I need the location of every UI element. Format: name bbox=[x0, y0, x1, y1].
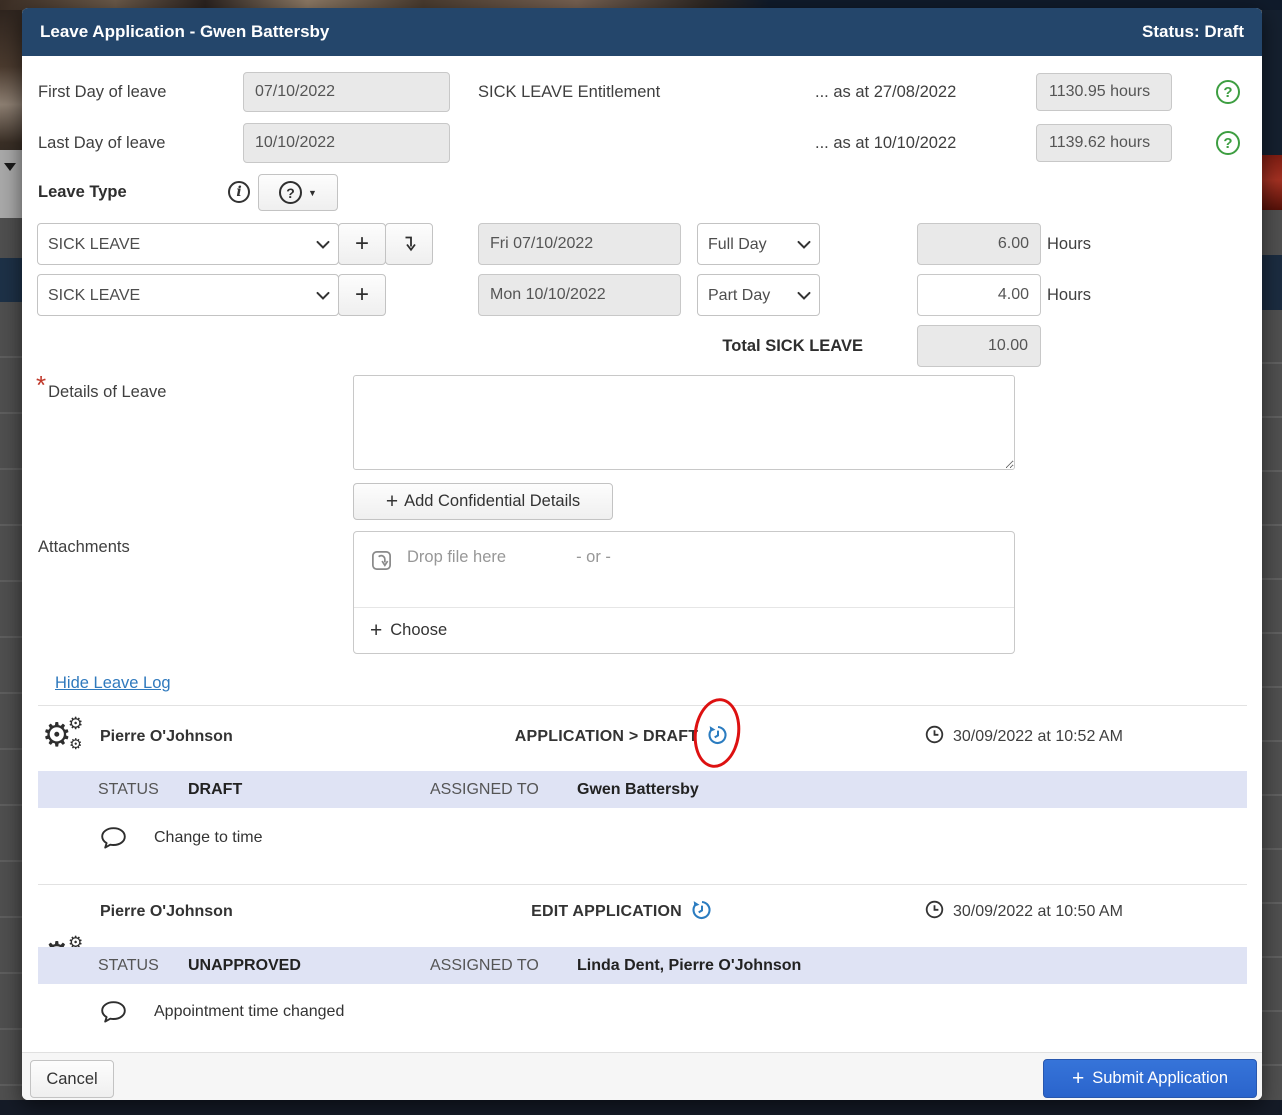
modal-title: Leave Application - Gwen Battersby bbox=[40, 22, 329, 42]
gears-icon: ⚙⚙⚙ bbox=[42, 716, 86, 760]
log-timestamp-1: 30/09/2022 at 10:52 AM bbox=[953, 728, 1123, 746]
backdrop-left bbox=[0, 0, 22, 1115]
backdrop-bottom bbox=[0, 1100, 1282, 1115]
backdrop-right bbox=[1262, 0, 1282, 1115]
modal-status-badge: Status: Draft bbox=[1142, 22, 1244, 42]
speech-bubble-icon bbox=[100, 826, 127, 855]
copy-down-button[interactable] bbox=[385, 223, 433, 265]
log-comment-2: Appointment time changed bbox=[154, 997, 344, 1027]
plus-icon: + bbox=[370, 619, 382, 643]
total-label: Total SICK LEAVE bbox=[622, 325, 863, 367]
entitlement-help-icon-1[interactable]: ? bbox=[1216, 80, 1240, 104]
attachments-label: Attachments bbox=[38, 538, 130, 557]
divider bbox=[38, 884, 1247, 885]
last-day-label: Last Day of leave bbox=[38, 123, 166, 163]
log-action-2: EDIT APPLICATION bbox=[531, 903, 682, 921]
arrow-down-hook-icon bbox=[399, 234, 419, 254]
info-icon[interactable]: i bbox=[228, 181, 250, 203]
or-text: - or - bbox=[576, 548, 611, 567]
assigned-value-1: Gwen Battersby bbox=[577, 771, 699, 808]
assigned-label: ASSIGNED TO bbox=[430, 771, 539, 808]
submit-application-button[interactable]: + Submit Application bbox=[1043, 1059, 1257, 1098]
entitlement-hours-1: 1130.95 hours bbox=[1036, 73, 1172, 111]
status-label: STATUS bbox=[98, 947, 159, 984]
choose-file-button[interactable]: + Choose bbox=[354, 608, 1014, 653]
day-part-select-1[interactable]: Full Day bbox=[697, 223, 820, 265]
hours-input-1 bbox=[917, 223, 1041, 265]
plus-icon: + bbox=[1072, 1067, 1084, 1091]
clock-icon bbox=[925, 725, 944, 749]
history-icon[interactable] bbox=[707, 724, 729, 751]
assigned-value-2: Linda Dent, Pierre O'Johnson bbox=[577, 947, 801, 984]
log-comment-1: Change to time bbox=[154, 823, 263, 853]
entitlement-asat-2: ... as at 10/10/2022 bbox=[815, 123, 956, 163]
backdrop-caret bbox=[4, 163, 16, 171]
log-action-group-1: APPLICATION > DRAFT bbox=[462, 712, 782, 762]
add-leave-row-button-2[interactable]: + bbox=[338, 274, 386, 316]
log-time-group-1: 30/09/2022 at 10:52 AM bbox=[925, 712, 1123, 762]
log-user-2: Pierre O'Johnson bbox=[100, 887, 233, 937]
leave-type-label: Leave Type bbox=[38, 174, 127, 211]
leave-application-modal: Leave Application - Gwen Battersby Statu… bbox=[22, 8, 1262, 1100]
modal-titlebar: Leave Application - Gwen Battersby Statu… bbox=[22, 8, 1262, 56]
leave-date-input-2 bbox=[478, 274, 681, 316]
entitlement-label: SICK LEAVE Entitlement bbox=[478, 72, 660, 112]
hide-leave-log-link[interactable]: Hide Leave Log bbox=[55, 674, 171, 693]
entitlement-asat-1: ... as at 27/08/2022 bbox=[815, 72, 956, 112]
drop-file-icon bbox=[370, 549, 393, 577]
entitlement-hours-2: 1139.62 hours bbox=[1036, 124, 1172, 162]
divider bbox=[38, 705, 1247, 706]
status-value-2: UNAPPROVED bbox=[188, 947, 301, 984]
total-value: 10.00 bbox=[917, 325, 1041, 367]
status-value-1: DRAFT bbox=[188, 771, 242, 808]
required-asterisk: * bbox=[36, 376, 46, 394]
add-confidential-button[interactable]: + Add Confidential Details bbox=[353, 483, 613, 520]
entitlement-help-icon-2[interactable]: ? bbox=[1216, 131, 1240, 155]
log-timestamp-2: 30/09/2022 at 10:50 AM bbox=[953, 903, 1123, 921]
add-leave-row-button-1[interactable]: + bbox=[338, 223, 386, 265]
history-icon[interactable] bbox=[691, 899, 713, 926]
last-day-input bbox=[243, 123, 450, 163]
leave-date-input-1 bbox=[478, 223, 681, 265]
clock-icon bbox=[925, 900, 944, 924]
help-question-icon: ? bbox=[279, 181, 302, 204]
hours-input-2[interactable] bbox=[917, 274, 1041, 316]
first-day-label: First Day of leave bbox=[38, 72, 166, 112]
day-part-select-2[interactable]: Part Day bbox=[697, 274, 820, 316]
log-user-1: Pierre O'Johnson bbox=[100, 712, 233, 762]
first-day-input bbox=[243, 72, 450, 112]
dropzone-hint: Drop file here - or - bbox=[354, 532, 1014, 608]
leave-type-select-1[interactable]: SICK LEAVE bbox=[37, 223, 339, 265]
details-label: Details of Leave bbox=[48, 376, 166, 402]
log-action-group-2: EDIT APPLICATION bbox=[462, 887, 782, 937]
log-time-group-2: 30/09/2022 at 10:50 AM bbox=[925, 887, 1123, 937]
log-action-1: APPLICATION > DRAFT bbox=[515, 728, 699, 746]
plus-icon: + bbox=[386, 490, 398, 514]
assigned-label: ASSIGNED TO bbox=[430, 947, 539, 984]
hours-label-2: Hours bbox=[1047, 274, 1091, 316]
chevron-down-icon: ▼ bbox=[308, 188, 317, 198]
cancel-button[interactable]: Cancel bbox=[30, 1060, 114, 1098]
attachments-dropzone[interactable]: Drop file here - or - + Choose bbox=[353, 531, 1015, 654]
status-label: STATUS bbox=[98, 771, 159, 808]
log-status-row-1: STATUS DRAFT ASSIGNED TO Gwen Battersby bbox=[38, 771, 1247, 808]
speech-bubble-icon bbox=[100, 1000, 127, 1029]
leave-type-help-button[interactable]: ? ▼ bbox=[258, 174, 338, 211]
drop-file-text: Drop file here bbox=[407, 548, 506, 567]
details-textarea[interactable] bbox=[353, 375, 1015, 470]
details-label-group: * Details of Leave bbox=[36, 376, 166, 402]
hours-label-1: Hours bbox=[1047, 223, 1091, 265]
log-status-row-2: STATUS UNAPPROVED ASSIGNED TO Linda Dent… bbox=[38, 947, 1247, 984]
leave-type-select-2[interactable]: SICK LEAVE bbox=[37, 274, 339, 316]
modal-footer: Cancel + Submit Application bbox=[22, 1052, 1262, 1100]
